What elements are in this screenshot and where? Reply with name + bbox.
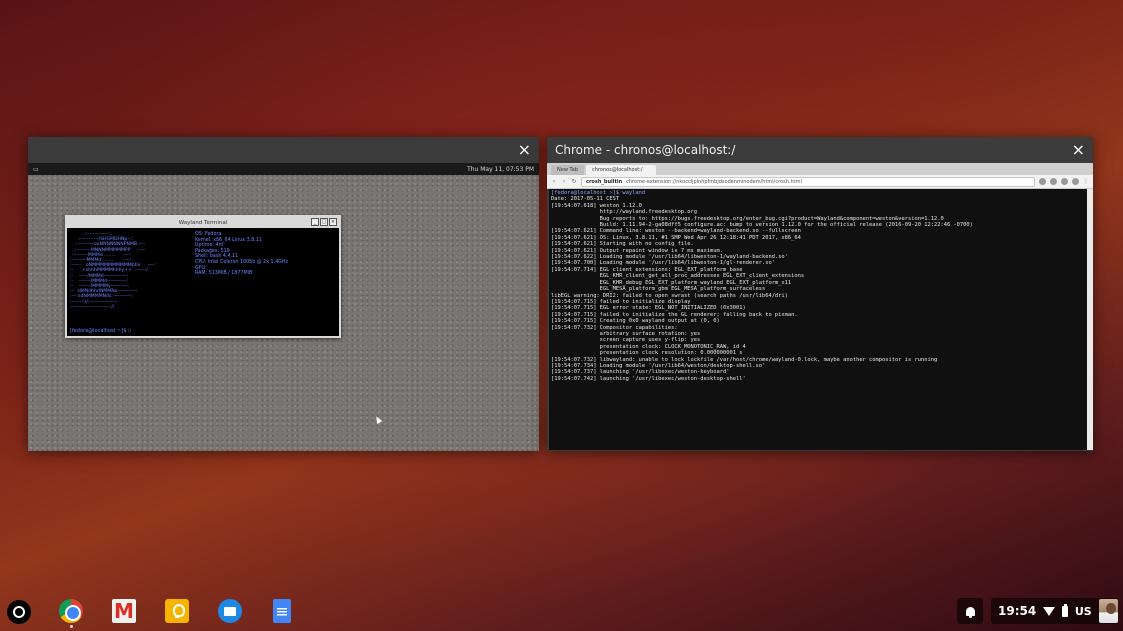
- window-header[interactable]: ×: [28, 137, 539, 163]
- back-icon[interactable]: ‹: [551, 178, 557, 185]
- wifi-icon: [1043, 606, 1056, 616]
- clock: 19:54: [998, 604, 1037, 618]
- window-header[interactable]: Chrome - chronos@localhost:/ ×: [547, 137, 1093, 163]
- files-icon[interactable]: [218, 599, 242, 623]
- notifications-button[interactable]: [957, 598, 983, 624]
- maximize-icon[interactable]: □: [320, 218, 328, 226]
- forward-icon[interactable]: ›: [561, 178, 567, 185]
- extension-icon[interactable]: [1050, 178, 1057, 185]
- toolbar: ‹ › ↻ crosh_builtin chrome-extension://n…: [547, 175, 1093, 189]
- terminal-launcher-icon[interactable]: ▭: [33, 166, 39, 173]
- docs-icon[interactable]: [273, 599, 291, 623]
- tab-strip: New Tab chronos@localhost:/: [547, 163, 1093, 175]
- keep-icon[interactable]: [165, 599, 189, 623]
- chrome-icon[interactable]: [59, 599, 83, 628]
- close-icon[interactable]: ×: [518, 142, 531, 158]
- chrome-window[interactable]: Chrome - chronos@localhost:/ × New Tab c…: [547, 137, 1093, 451]
- window-title: Chrome - chronos@localhost:/: [555, 143, 736, 157]
- extension-icon[interactable]: [1072, 178, 1079, 185]
- fedora-ascii-logo: .:-------------::. .:-----------/SHGMDHN…: [70, 232, 156, 310]
- mouse-cursor-icon: [373, 414, 383, 425]
- wayland-terminal-window[interactable]: Wayland Terminal _ □ × .:-------------::…: [65, 215, 341, 338]
- weston-panel: ▭ Thu May 11, 07:53 PM: [28, 163, 539, 175]
- url-text: chrome-extension://nkoccljplnhpfmbjdsode…: [626, 178, 802, 185]
- crosh-terminal[interactable]: [fedora@localhost ~]$ wayland Date: 2017-…: [549, 189, 1087, 450]
- wayland-terminal-titlebar[interactable]: Wayland Terminal _ □ ×: [67, 217, 339, 228]
- extension-chip: crosh_builtin: [586, 178, 623, 185]
- info-line: CPU: Intel Celeron 1005b @ 2x 1.4GHz: [195, 259, 288, 265]
- terminal-prompt[interactable]: [fedora@localhost ~]$ ▯: [70, 328, 131, 334]
- menu-icon[interactable]: ⋮: [1083, 178, 1089, 185]
- system-info: OS: Fedora Kernel: x86_64 Linux 3.8.11 U…: [195, 232, 288, 277]
- gmail-icon[interactable]: [112, 599, 136, 623]
- address-bar[interactable]: crosh_builtin chrome-extension://nkocclj…: [581, 176, 1035, 187]
- launcher-button[interactable]: [7, 600, 31, 624]
- battery-icon: [1062, 603, 1068, 617]
- running-indicator: [70, 625, 73, 628]
- extension-icon[interactable]: [1061, 178, 1068, 185]
- terminal-line: [19:54:07.742] launching '/usr/libexec/w…: [551, 375, 746, 382]
- minimize-icon[interactable]: _: [311, 218, 319, 226]
- status-tray[interactable]: 19:54 US: [991, 598, 1118, 624]
- launcher-icon: [13, 606, 25, 618]
- scrollbar[interactable]: [1087, 189, 1093, 450]
- weston-desktop[interactable]: Wayland Terminal _ □ × .:-------------::…: [28, 175, 539, 451]
- tab-crosh[interactable]: chronos@localhost:/: [585, 165, 656, 175]
- tab-new-tab[interactable]: New Tab: [551, 165, 584, 175]
- reload-icon[interactable]: ↻: [571, 178, 577, 185]
- avatar: [1098, 599, 1118, 623]
- wayland-terminal-title: Wayland Terminal: [178, 219, 228, 226]
- weston-window[interactable]: × ▭ Thu May 11, 07:53 PM Wayland Termina…: [28, 137, 539, 451]
- input-language: US: [1074, 604, 1092, 618]
- bell-icon: [965, 606, 975, 618]
- shelf: 19:54 US: [0, 591, 1123, 631]
- close-icon[interactable]: ×: [1072, 142, 1085, 158]
- weston-content[interactable]: ▭ Thu May 11, 07:53 PM Wayland Terminal …: [28, 163, 539, 451]
- extension-icon[interactable]: [1039, 178, 1046, 185]
- close-icon[interactable]: ×: [329, 218, 337, 226]
- info-line: RAM: 513MiB / 1877MiB: [195, 271, 253, 277]
- panel-clock: Thu May 11, 07:53 PM: [467, 165, 534, 173]
